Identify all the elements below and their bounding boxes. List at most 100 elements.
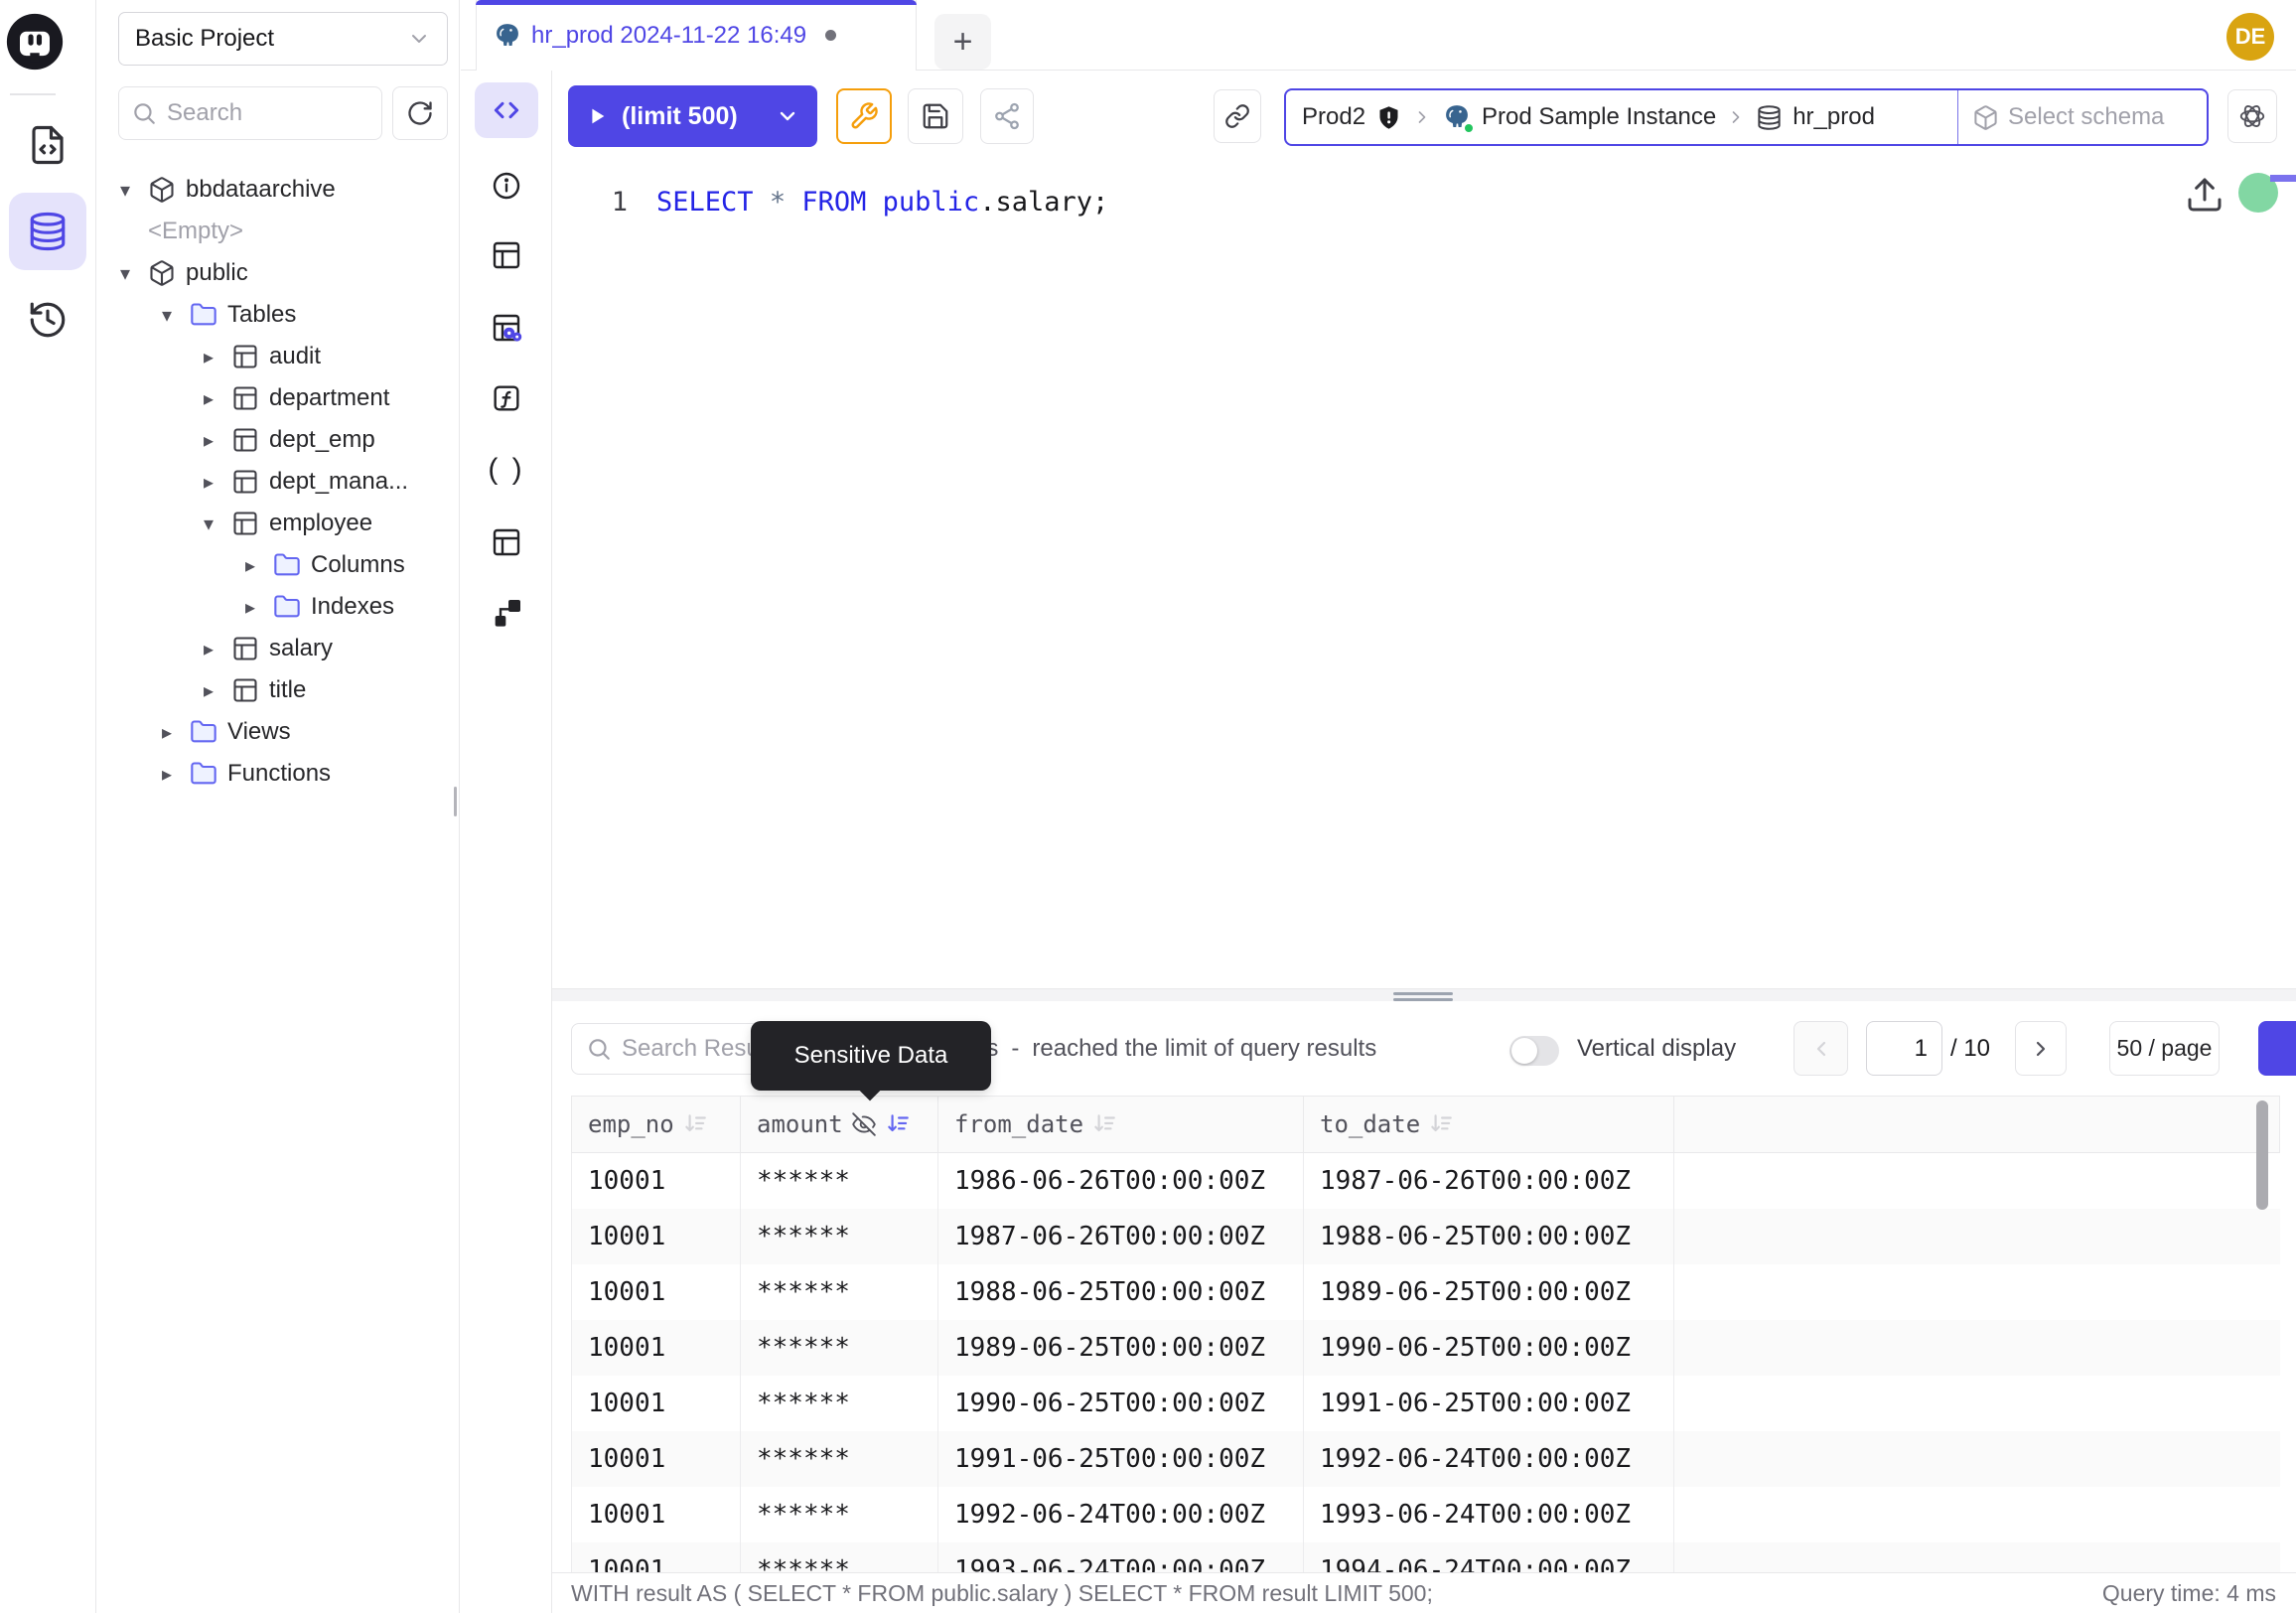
ai-assistant-button[interactable] [2227,89,2277,143]
external-tables-panel-icon[interactable] [475,514,538,570]
tree-item-title[interactable]: ▸title [96,669,460,711]
caret-right-icon[interactable]: ▸ [160,762,190,787]
page-size-select[interactable]: 50 / page [2109,1021,2220,1076]
search-icon [131,100,157,126]
databases-icon[interactable] [9,193,86,270]
admin-wrench-button[interactable] [836,88,892,144]
sort-icon[interactable] [1091,1111,1117,1137]
table-row[interactable]: 10001******1990-06-25T00:00:00Z1991-06-2… [572,1376,2280,1431]
tree-item-indexes[interactable]: ▸Indexes [96,586,460,628]
column-header-amount[interactable]: amount [741,1097,938,1152]
refresh-button[interactable] [392,86,448,140]
upload-icon[interactable] [2185,175,2224,215]
table-row[interactable]: 10001******1991-06-25T00:00:00Z1992-06-2… [572,1431,2280,1487]
column-header-to-date[interactable]: to_date [1304,1097,1674,1152]
avatar[interactable]: DE [2226,13,2274,61]
history-icon[interactable] [9,284,86,356]
caret-down-icon[interactable]: ▾ [202,512,231,536]
schema-icon [148,259,176,287]
connection-button[interactable] [1214,89,1261,143]
tree-item-tables[interactable]: ▾Tables [96,294,460,336]
worksheets-icon[interactable] [9,109,86,181]
run-options-chevron-icon [776,104,799,128]
page-number-field[interactable] [1867,1022,1941,1075]
tree-item-public[interactable]: ▾public [96,252,460,294]
info-icon[interactable] [475,158,538,214]
run-button-label: (limit 500) [622,102,738,131]
caret-right-icon[interactable]: ▸ [202,637,231,661]
caret-right-icon[interactable]: ▸ [202,386,231,411]
cell-emp-no: 10001 [572,1376,741,1431]
cell-amount: ****** [741,1542,938,1572]
functions-panel-icon[interactable] [475,370,538,426]
sql-editor-icon[interactable] [475,82,538,138]
table-row[interactable]: 10001******1992-06-24T00:00:00Z1993-06-2… [572,1487,2280,1542]
sort-icon[interactable] [682,1111,708,1137]
tree-item-label: <Empty> [148,218,243,245]
sidebar-search[interactable] [118,86,382,140]
tables-panel-icon[interactable] [475,227,538,283]
tree-item-functions[interactable]: ▸Functions [96,753,460,795]
instance-status-dot [1463,122,1475,134]
next-page-button[interactable] [2015,1021,2067,1076]
results-scrollbar-thumb[interactable] [2256,1100,2268,1210]
tree-item-bbdataarchive[interactable]: ▾bbdataarchive [96,169,460,211]
folder-icon [190,301,217,329]
caret-right-icon[interactable]: ▸ [202,428,231,453]
run-query-button[interactable]: (limit 500) [568,85,817,147]
share-button[interactable] [980,88,1034,144]
table-row[interactable]: 10001******1993-06-24T00:00:00Z1994-06-2… [572,1542,2280,1572]
caret-right-icon[interactable]: ▸ [160,720,190,745]
save-button[interactable] [908,88,963,144]
chevron-left-icon [1809,1037,1833,1061]
save-icon [921,101,950,131]
sort-icon[interactable] [1428,1111,1454,1137]
folder-icon [273,551,301,579]
table-icon [231,426,259,454]
schema-select[interactable]: Select schema [1957,90,2178,144]
tree-item-department[interactable]: ▸department [96,377,460,419]
connection-breadcrumb[interactable]: Prod2 Prod Sample Instance hr_prod [1284,88,2209,146]
table-row[interactable]: 10001******1986-06-26T00:00:00Z1987-06-2… [572,1153,2280,1209]
sidebar-search-input[interactable] [167,99,369,127]
caret-right-icon[interactable]: ▸ [202,678,231,703]
procedures-panel-icon[interactable]: ( ) [475,442,538,498]
results-table-body: 10001******1986-06-26T00:00:00Z1987-06-2… [571,1153,2280,1572]
caret-right-icon[interactable]: ▸ [243,595,273,620]
new-tab-button[interactable]: + [934,14,991,70]
tab-hr-prod[interactable]: hr_prod 2024-11-22 16:49 [476,0,917,71]
tree-item-audit[interactable]: ▸audit [96,336,460,377]
tree-item-dept-emp[interactable]: ▸dept_emp [96,419,460,461]
page-number-input[interactable] [1866,1021,1942,1076]
schema-diagram-icon[interactable] [475,586,538,642]
table-icon [231,635,259,662]
project-select[interactable]: Basic Project [118,12,448,66]
tree-item-employee[interactable]: ▾employee [96,503,460,544]
caret-down-icon[interactable]: ▾ [118,178,148,203]
table-row[interactable]: 10001******1989-06-25T00:00:00Z1990-06-2… [572,1320,2280,1376]
caret-down-icon[interactable]: ▾ [118,261,148,286]
table-row[interactable]: 10001******1987-06-26T00:00:00Z1988-06-2… [572,1209,2280,1264]
table-row[interactable]: 10001******1988-06-25T00:00:00Z1989-06-2… [572,1264,2280,1320]
column-header-from-date[interactable]: from_date [938,1097,1304,1152]
tree-item-views[interactable]: ▸Views [96,711,460,753]
caret-down-icon[interactable]: ▾ [160,303,190,328]
caret-right-icon[interactable]: ▸ [243,553,273,578]
prev-page-button[interactable] [1794,1021,1848,1076]
caret-right-icon[interactable]: ▸ [202,470,231,495]
panel-splitter[interactable] [552,988,2296,1001]
sql-editor[interactable]: 1 SELECT * FROM public.salary; [553,159,2296,988]
column-header-emp-no[interactable]: emp_no [572,1097,741,1152]
eye-off-icon[interactable] [851,1111,877,1137]
export-button[interactable] [2258,1021,2296,1076]
tree-item-label: dept_mana... [269,468,408,496]
caret-right-icon[interactable]: ▸ [202,345,231,369]
cell-emp-no: 10001 [572,1153,741,1209]
tree-item-columns[interactable]: ▸Columns [96,544,460,586]
cell-to-date: 1987-06-26T00:00:00Z [1304,1153,1674,1209]
vertical-display-toggle[interactable] [1509,1036,1559,1066]
masked-data-icon[interactable] [475,300,538,356]
sort-icon[interactable] [885,1111,911,1137]
tree-item-salary[interactable]: ▸salary [96,628,460,669]
tree-item-dept-mana[interactable]: ▸ dept_mana... [96,461,460,503]
